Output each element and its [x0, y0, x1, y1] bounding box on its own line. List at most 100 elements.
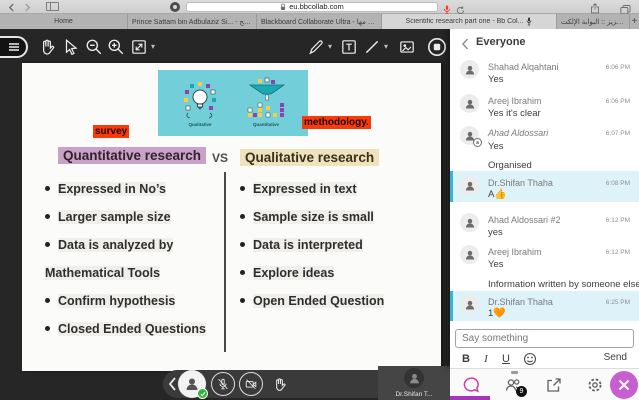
raise-hand-button[interactable] — [267, 372, 291, 396]
message-text: Organised — [488, 160, 532, 171]
italic-button[interactable]: I — [478, 351, 494, 367]
annotation-survey: survey — [93, 125, 129, 138]
integration-badge: a — [473, 138, 482, 147]
message-text: Yes — [488, 259, 504, 270]
camera-muted-button[interactable] — [239, 372, 263, 396]
bold-button[interactable]: B — [458, 351, 474, 367]
chat-tab-icon[interactable] — [462, 376, 480, 394]
fit-view-caret-icon[interactable]: ▾ — [151, 42, 155, 51]
message-author: Shahad Alqahtani — [488, 62, 559, 72]
avatar: a — [460, 126, 479, 145]
line-caret-icon[interactable]: ▾ — [384, 42, 388, 51]
message-text: 1🧡 — [488, 308, 506, 319]
fit-view-icon[interactable] — [130, 38, 148, 56]
emoji-picker-icon[interactable] — [523, 352, 537, 366]
whiteboard-slide: Qualitative Quantitative survey meth — [22, 63, 441, 371]
settings-tab-icon[interactable] — [586, 376, 604, 394]
message-text: yes — [488, 227, 503, 238]
message-time: 6:07 PM — [606, 130, 630, 137]
presenter-avatar — [404, 368, 424, 388]
pen-caret-icon[interactable]: ▾ — [328, 42, 332, 51]
tab-home[interactable]: Home — [0, 14, 128, 29]
presenter-video-thumbnail[interactable]: Dr.Shifan T... — [378, 366, 450, 400]
previous-slide-icon[interactable] — [167, 376, 177, 392]
avatar — [460, 213, 479, 232]
forward-button[interactable] — [20, 1, 34, 13]
quantitative-title: Quantitative research — [58, 147, 206, 164]
mic-active-icon[interactable] — [443, 2, 451, 12]
stage: ▾ ▾ ▾ — [0, 29, 450, 400]
tab-collaborate[interactable]: Blackboard Collaborate Ultra - عملي - مه… — [257, 14, 382, 29]
zoom-out-icon[interactable] — [85, 38, 103, 56]
chat-channel-title: Everyone — [476, 36, 526, 48]
chat-back-icon[interactable] — [461, 37, 469, 49]
url-text: eu.bbcollab.com — [289, 2, 344, 12]
browser-share-icon[interactable] — [590, 1, 600, 12]
reload-icon[interactable] — [456, 2, 465, 11]
back-button[interactable] — [4, 1, 18, 13]
attendee-count-badge: 9 — [516, 386, 527, 397]
tab-overview-icon[interactable] — [620, 2, 631, 12]
research-types-illustration: Qualitative Quantitative — [158, 70, 308, 136]
tab-scientific-research-active[interactable]: Scientific research part one - Bb Col... — [382, 14, 557, 29]
pointer-tool-icon[interactable] — [62, 38, 80, 56]
tab-psau[interactable]: Prince Sattam bin Adbulaziz Si... - خروج… — [128, 14, 257, 29]
message-text: Yes — [488, 141, 504, 152]
line-tool-icon[interactable] — [363, 38, 381, 56]
text-tool-icon[interactable] — [340, 38, 358, 56]
tab-portal[interactable]: جامعة الأمير سطام بن عبدالعزيز :: البواب… — [557, 14, 630, 29]
extension-icon[interactable] — [170, 2, 180, 12]
my-avatar[interactable] — [178, 370, 206, 398]
address-bar[interactable]: eu.bbcollab.com — [186, 2, 438, 12]
message-text: A👍 — [488, 189, 507, 200]
message-time: 6:12 PM — [606, 217, 630, 224]
close-panel-button[interactable] — [610, 371, 638, 399]
message-text: Information written by someone else — [488, 279, 639, 290]
session-menu-button[interactable] — [0, 36, 28, 58]
quantitative-bullets: Expressed in No’s Larger sample size Dat… — [45, 175, 207, 343]
message-author: Dr.Shifan Thaha — [488, 297, 553, 307]
zoom-in-icon[interactable] — [107, 38, 125, 56]
avatar — [460, 60, 479, 79]
message-author: Ahad Aldossari #2 — [488, 215, 561, 225]
avatar — [460, 176, 479, 195]
presenter-name: Dr.Shifan T... — [378, 391, 450, 398]
lock-icon — [280, 3, 286, 11]
message-time: 6:25 PM — [606, 299, 630, 306]
orange-heart-emoji: 🧡 — [493, 308, 505, 319]
message-author: Areej Ibrahim — [488, 96, 542, 106]
message-time: 6:06 PM — [606, 98, 630, 105]
mic-muted-button[interactable] — [211, 372, 235, 396]
pen-tool-icon[interactable] — [307, 38, 325, 56]
media-control-bar — [163, 370, 403, 398]
qualitative-bullets: Expressed in text Sample size is small D… — [240, 175, 400, 315]
attendees-notification-dash — [511, 371, 518, 374]
record-stop-button[interactable] — [427, 37, 447, 57]
collab-panel-tabs: 9 — [450, 368, 639, 400]
avatar — [460, 245, 479, 264]
message-author: Ahad Aldossari — [488, 128, 548, 138]
sidebar-icon[interactable] — [46, 2, 59, 11]
chat-message-input[interactable] — [455, 329, 634, 348]
message-text: Yes it's clear — [488, 108, 541, 119]
share-content-tab-icon[interactable] — [545, 376, 563, 394]
underline-button[interactable]: U — [498, 351, 514, 367]
avatar — [460, 94, 479, 113]
message-time: 6:06 PM — [606, 64, 630, 71]
svg-text:Quantitative: Quantitative — [253, 122, 280, 127]
qualitative-lightbulb-graphic: Qualitative — [174, 77, 226, 129]
message-time: 6:12 PM — [606, 249, 630, 256]
new-tab-button[interactable]: + — [630, 14, 639, 29]
thumbs-up-emoji: 👍 — [494, 189, 506, 200]
vs-label: VS — [212, 151, 228, 165]
shapes-tool-icon[interactable] — [398, 38, 416, 56]
message-author: Dr.Shifan Thaha — [488, 178, 553, 188]
quantitative-funnel-graphic: Quantitative — [240, 77, 292, 129]
browser-toolbar: eu.bbcollab.com — [0, 0, 639, 14]
column-divider — [224, 172, 226, 352]
presence-check-icon — [197, 388, 208, 399]
annotation-methodology: methodology. — [302, 116, 371, 129]
hand-tool-icon[interactable] — [38, 38, 56, 56]
send-button[interactable]: Send — [604, 352, 627, 363]
message-text: Yes — [488, 74, 504, 85]
